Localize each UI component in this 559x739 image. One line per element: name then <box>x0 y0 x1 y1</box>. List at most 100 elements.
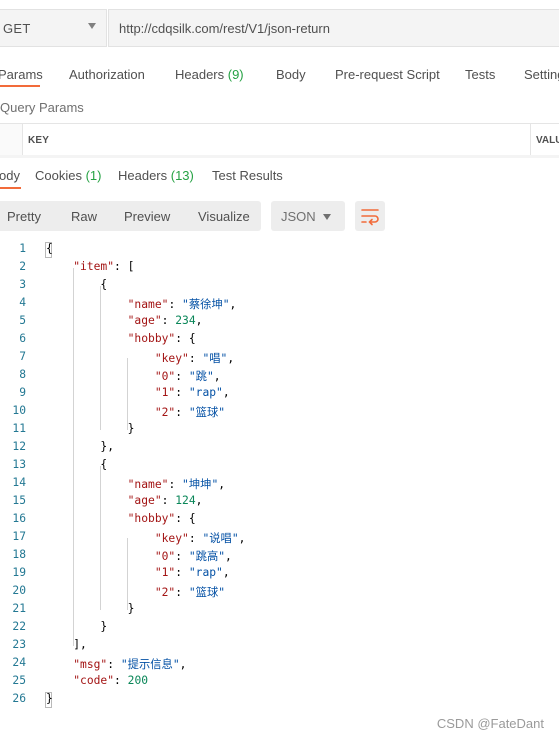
code-line: 23 ], <box>0 638 559 656</box>
line-number: 4 <box>19 296 26 309</box>
raw-button[interactable]: Raw <box>71 209 97 224</box>
code-line: 21 } <box>0 602 559 620</box>
tab-cookies[interactable]: Cookies (1) <box>35 168 101 183</box>
tab-authorization[interactable]: Authorization <box>69 67 145 82</box>
params-table-row <box>0 155 559 158</box>
code-line: 25 "code": 200 <box>0 674 559 692</box>
code-line: 9 "1": "rap", <box>0 386 559 404</box>
line-number: 12 <box>12 440 26 453</box>
code-line: 10 "2": "篮球" <box>0 404 559 422</box>
code-text: "name": "坤坤", <box>127 478 226 491</box>
format-select[interactable]: JSON <box>271 201 345 231</box>
line-number: 19 <box>12 566 26 579</box>
response-tabs: ody Cookies (1) Headers (13) Test Result… <box>0 164 559 190</box>
request-url-bar: GET http://cdqsilk.com/rest/V1/json-retu… <box>0 9 559 47</box>
line-number: 16 <box>12 512 26 525</box>
code-text: "1": "rap", <box>154 566 230 579</box>
code-text: "key": "说唱", <box>154 532 246 545</box>
code-text: "age": 234, <box>127 314 203 327</box>
code-text: "hobby": { <box>127 512 196 525</box>
code-text: "name": "蔡徐坤", <box>127 298 237 311</box>
wrap-lines-button[interactable] <box>355 201 385 231</box>
code-line: 13 { <box>0 458 559 476</box>
line-number: 6 <box>19 332 26 345</box>
tab-params[interactable]: Params <box>0 67 43 82</box>
line-number: 26 <box>12 692 26 705</box>
chevron-down-icon <box>323 214 331 220</box>
column-divider[interactable] <box>530 124 531 156</box>
headers-count: (9) <box>227 67 244 82</box>
select-all-cell[interactable] <box>0 124 23 156</box>
key-column-header: KEY <box>28 135 50 146</box>
code-text: { <box>46 278 108 291</box>
code-line: 14 "name": "坤坤", <box>0 476 559 494</box>
code-text: } <box>46 692 53 705</box>
tab-test-results[interactable]: Test Results <box>212 168 283 183</box>
code-text: { <box>46 458 108 471</box>
url-input[interactable]: http://cdqsilk.com/rest/V1/json-return <box>108 9 559 47</box>
line-number: 24 <box>12 656 26 669</box>
pretty-button[interactable]: Pretty <box>7 209 41 224</box>
line-number: 8 <box>19 368 26 381</box>
line-number: 11 <box>12 422 26 435</box>
line-number: 22 <box>12 620 26 633</box>
line-number: 2 <box>19 260 26 273</box>
code-text: ], <box>46 638 87 651</box>
line-number: 17 <box>12 530 26 543</box>
line-number: 14 <box>12 476 26 489</box>
url-value: http://cdqsilk.com/rest/V1/json-return <box>119 21 330 36</box>
code-line: 6 "hobby": { <box>0 332 559 350</box>
code-text: { <box>46 242 53 255</box>
code-text: "code": 200 <box>73 674 149 687</box>
response-headers-count: (13) <box>170 168 194 183</box>
code-line: 16 "hobby": { <box>0 512 559 530</box>
code-line: 22 } <box>0 620 559 638</box>
line-number: 7 <box>19 350 26 363</box>
code-text: "msg": "提示信息", <box>73 658 187 671</box>
code-line: 15 "age": 124, <box>0 494 559 512</box>
code-line: 19 "1": "rap", <box>0 566 559 584</box>
tab-settings[interactable]: Setting <box>524 67 559 82</box>
tab-pre-request-script[interactable]: Pre-request Script <box>335 67 440 82</box>
line-number: 18 <box>12 548 26 561</box>
visualize-button[interactable]: Visualize <box>198 209 250 224</box>
code-line: 24 "msg": "提示信息", <box>0 656 559 674</box>
query-params-title: Query Params <box>0 100 84 115</box>
code-text: "1": "rap", <box>154 386 230 399</box>
preview-button[interactable]: Preview <box>124 209 170 224</box>
code-line: 5 "age": 234, <box>0 314 559 332</box>
tab-response-headers[interactable]: Headers (13) <box>118 168 194 183</box>
response-body-editor[interactable]: 1{2 "item": [3 {4 "name": "蔡徐坤", 5 "age":… <box>0 241 559 709</box>
line-number: 9 <box>19 386 26 399</box>
tab-tests[interactable]: Tests <box>465 67 495 82</box>
view-mode-toolbar: Pretty Raw Preview Visualize <box>0 201 261 231</box>
code-text: "hobby": { <box>127 332 196 345</box>
code-line: 4 "name": "蔡徐坤", <box>0 296 559 314</box>
line-number: 25 <box>12 674 26 687</box>
code-text: "key": "唱", <box>154 352 235 365</box>
line-number: 13 <box>12 458 26 471</box>
cookies-count: (1) <box>85 168 102 183</box>
code-text: "2": "篮球" <box>154 586 226 599</box>
line-number: 1 <box>19 242 26 255</box>
code-text: "age": 124, <box>127 494 203 507</box>
code-line: 18 "0": "跳高", <box>0 548 559 566</box>
code-text: "0": "跳高", <box>154 550 232 563</box>
code-text: }, <box>46 440 115 453</box>
tab-response-body[interactable]: ody <box>0 168 20 183</box>
method-select[interactable]: GET <box>0 9 107 47</box>
tab-body[interactable]: Body <box>276 67 306 82</box>
params-table-header: KEY VALU <box>0 123 559 157</box>
code-text: } <box>46 602 135 615</box>
code-line: 20 "2": "篮球" <box>0 584 559 602</box>
code-line: 2 "item": [ <box>0 260 559 278</box>
request-tabs: Params Authorization Headers (9) Body Pr… <box>0 64 559 88</box>
line-number: 10 <box>12 404 26 417</box>
format-value: JSON <box>281 209 316 224</box>
code-text: "item": [ <box>73 260 135 273</box>
code-line: 17 "key": "说唱", <box>0 530 559 548</box>
code-text: "2": "篮球" <box>154 406 226 419</box>
chevron-down-icon <box>88 23 96 29</box>
tab-headers[interactable]: Headers (9) <box>175 67 244 82</box>
line-number: 20 <box>12 584 26 597</box>
